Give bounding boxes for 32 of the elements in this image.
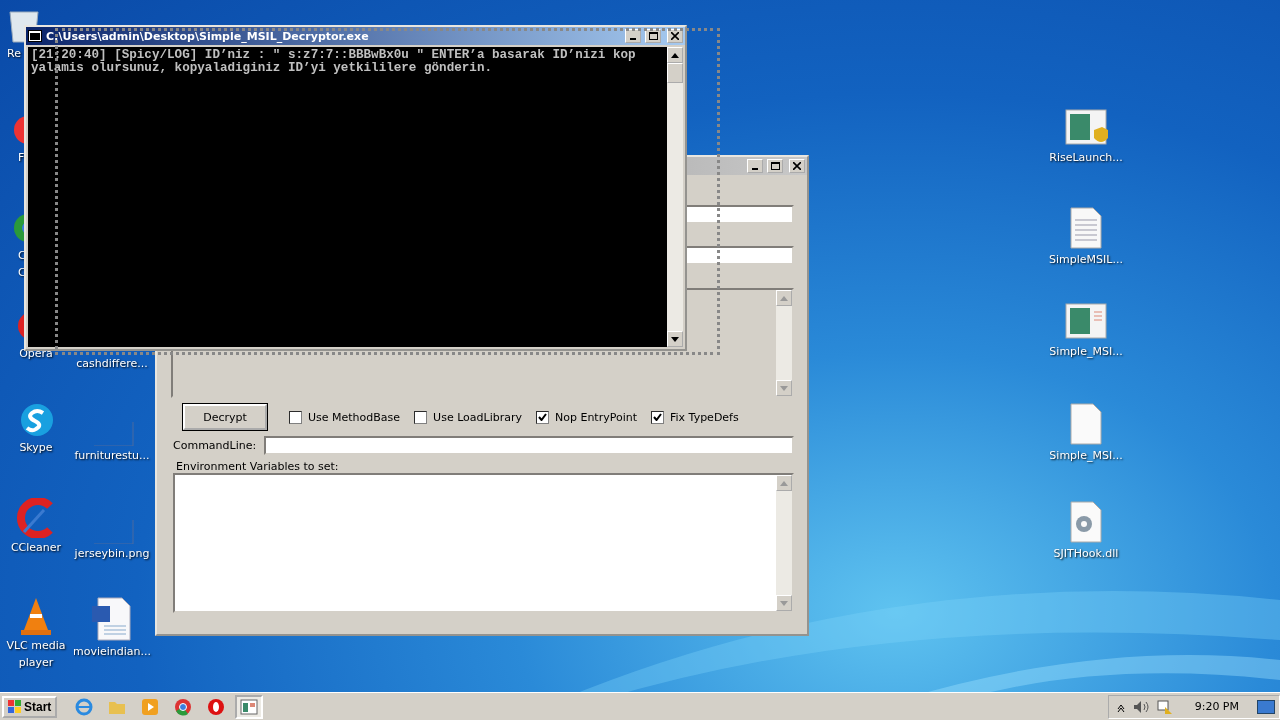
clock[interactable]: 9:20 PM [1194, 700, 1239, 713]
field-label: CommandLine: [173, 439, 257, 452]
checkbox-option[interactable]: Use MethodBase [289, 410, 401, 424]
checkbox-option[interactable]: Nop EntryPoint [536, 410, 638, 424]
icon-label[interactable]: Simple_MSI... [1049, 345, 1123, 359]
icon-label[interactable]: Re [7, 47, 21, 61]
icon-label[interactable]: C [18, 266, 26, 280]
icon-label[interactable]: cashdiffere... [76, 357, 148, 371]
option-label: Nop EntryPoint [555, 410, 638, 424]
icon-label[interactable]: Opera [19, 347, 53, 361]
icon-label[interactable]: jerseybin.png [74, 547, 150, 561]
console-line: [21:20:40] [Spicy/LOG] ID’niz : " s:z7:7::BBBwBx0u " ENTER’a basarak ID’nizi kop [31, 49, 637, 62]
icon-label[interactable]: CCleaner [10, 541, 62, 555]
start-button[interactable]: Start [2, 695, 58, 718]
option-label: Fix TypeDefs [670, 410, 739, 424]
icon-label[interactable]: player [18, 656, 54, 670]
checkbox-option[interactable]: Use LoadLibrary [414, 410, 522, 424]
option-label: Use MethodBase [308, 410, 401, 424]
icon-label[interactable]: SimpleMSIL... [1049, 253, 1123, 267]
decrypt-button[interactable]: Decrypt [183, 404, 267, 430]
console-line: yalamis olursunuz, kopyaladiginiz ID’yi yetkililere gönderin. [31, 62, 493, 75]
checkbox-option[interactable]: Fix TypeDefs [651, 410, 739, 424]
icon-label[interactable]: C [18, 249, 26, 263]
field-label: Environment Variables to set: [176, 460, 340, 473]
window-title: C:\Users\admin\Desktop\Simple_MSIL_Decryptor.exe [46, 29, 370, 43]
icon-label[interactable]: RiseLaunch... [1049, 151, 1123, 165]
icon-label[interactable]: Skype [19, 441, 53, 455]
icon-label[interactable]: F [18, 151, 25, 165]
icon-label[interactable]: furniturestu... [74, 449, 150, 463]
option-label: Use LoadLibrary [433, 410, 522, 424]
icon-label[interactable]: VLC media [6, 639, 66, 653]
icon-label[interactable]: movieindian... [72, 645, 152, 659]
